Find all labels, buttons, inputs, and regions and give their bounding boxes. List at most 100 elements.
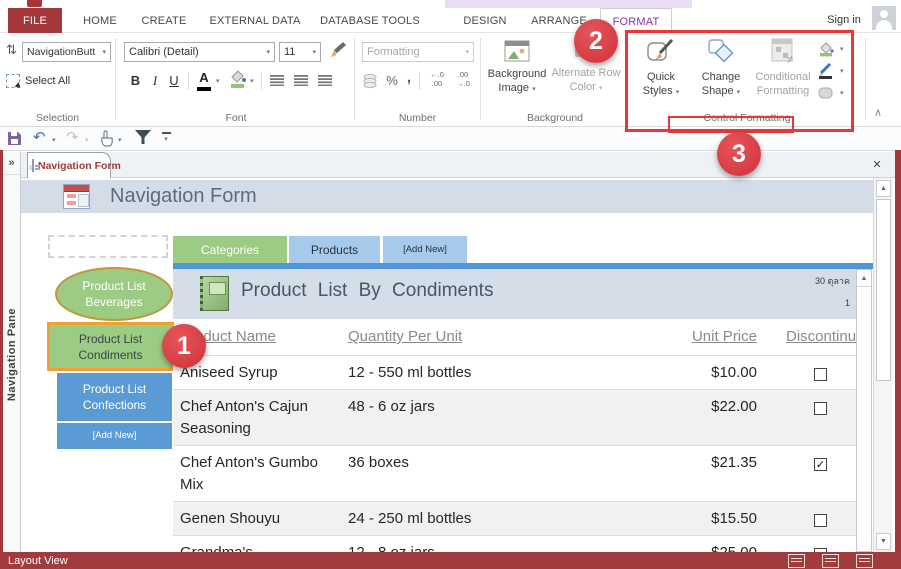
product-name-cell[interactable]: Genen Shouyu — [173, 502, 348, 535]
unit-price-cell[interactable]: $22.00 — [584, 390, 757, 445]
save-button[interactable] — [7, 131, 22, 146]
selection-object-value: NavigationButt — [27, 46, 96, 58]
nav-button-condiments-selected[interactable]: Product List Condiments — [47, 322, 174, 371]
comma-format-button[interactable]: , — [404, 68, 414, 86]
background-image-button[interactable]: Background Image ▾ — [487, 37, 547, 110]
chevron-down-icon: ▾ — [266, 48, 270, 56]
discontinued-checkbox[interactable] — [814, 368, 827, 381]
discontinued-checkbox[interactable] — [814, 402, 827, 415]
quantity-cell[interactable]: 48 - 6 oz jars — [348, 390, 584, 445]
align-left-icon[interactable] — [270, 75, 284, 86]
font-color-button[interactable]: A — [196, 69, 212, 91]
percent-label: % — [386, 72, 398, 88]
sign-in-link[interactable]: Sign in — [820, 10, 868, 30]
navigation-pane-collapsed[interactable]: » Navigation Pane — [3, 152, 21, 552]
increase-decimals-button[interactable]: ←.0 .00 — [426, 70, 448, 90]
increase-decimals-top: ←.0 — [430, 70, 444, 79]
tab-external-data-label: EXTERNAL DATA — [209, 14, 301, 27]
layout-view-button[interactable] — [856, 553, 873, 568]
percent-format-button[interactable]: % — [384, 71, 400, 89]
form-scroll-up-button[interactable]: ▲ — [876, 180, 891, 197]
decrease-decimals-button[interactable]: .00 →.0 — [452, 70, 474, 90]
unit-price-cell[interactable]: $25.00 — [584, 536, 757, 552]
align-center-icon[interactable] — [294, 75, 308, 86]
form-tab-add-new[interactable]: [Add New] — [383, 236, 467, 263]
header-quantity-per-unit[interactable]: Quantity Per Unit — [348, 328, 462, 345]
product-name-cell[interactable]: Grandma's Boysenberry Spread — [173, 536, 348, 552]
format-painter-icon[interactable] — [329, 41, 347, 61]
datasheet-view-button[interactable] — [788, 553, 805, 568]
empty-button-placeholder[interactable] — [48, 235, 168, 258]
annotation-2-number: 2 — [589, 26, 603, 55]
tab-arrange-label: ARRANGE — [531, 14, 587, 27]
tab-external-data[interactable]: EXTERNAL DATA — [202, 8, 308, 33]
currency-format-icon[interactable] — [362, 72, 379, 89]
filter-icon[interactable] — [134, 129, 152, 146]
nav-pane-vertical-label: Navigation Pane — [5, 308, 18, 402]
tab-database-tools[interactable]: DATABASE TOOLS — [318, 8, 422, 33]
form-tab-categories[interactable]: Categories — [173, 236, 287, 263]
contextual-tab-tint — [445, 0, 692, 8]
select-all-button[interactable]: Select All — [6, 72, 106, 90]
selection-object-combo[interactable]: NavigationButt ▾ — [22, 42, 111, 62]
form-scroll-down-button[interactable]: ▼ — [876, 533, 891, 550]
bold-button[interactable]: B — [127, 71, 144, 90]
chevron-down-icon: ▾ — [532, 86, 536, 93]
form-scrollbar[interactable]: ▲ ▼ — [873, 178, 893, 552]
header-unit-price[interactable]: Unit Price — [692, 328, 757, 345]
app-icon-fragment — [27, 0, 42, 7]
chevron-down-icon[interactable]: ▾ — [52, 137, 56, 144]
nav-button-add-new[interactable]: [Add New] — [57, 423, 172, 449]
fill-color-icon[interactable] — [228, 68, 247, 90]
discontinued-cell: ✓ — [757, 446, 856, 501]
undo-button[interactable]: ↶ — [33, 128, 46, 146]
group-label-selection: Selection — [35, 112, 80, 124]
font-size-combo[interactable]: 11 ▾ — [279, 42, 321, 62]
user-avatar-icon[interactable] — [872, 6, 896, 30]
number-format-combo[interactable]: Formatting ▾ — [362, 42, 474, 62]
form-title: Navigation Form — [110, 185, 257, 207]
nav-button-beverages-label: Product List Beverages — [82, 279, 146, 309]
align-right-icon[interactable] — [318, 75, 332, 86]
customize-qat-button[interactable]: ▾ — [160, 132, 172, 146]
tab-add-new-label: [Add New] — [403, 244, 447, 255]
nav-button-beverages[interactable]: Product List Beverages — [55, 267, 173, 321]
discontinued-checkbox[interactable]: ✓ — [814, 458, 827, 471]
font-family-combo[interactable]: Calibri (Detail) ▾ — [124, 42, 275, 62]
ribbon-collapse-icon[interactable]: ∧ — [874, 106, 882, 119]
subform-scrollbar[interactable]: ▲ — [856, 269, 872, 552]
form-tab-products[interactable]: Products — [289, 236, 380, 263]
tab-create[interactable]: CREATE — [136, 8, 192, 33]
subform-scroll-up-button[interactable]: ▲ — [857, 270, 871, 287]
unit-price-cell[interactable]: $15.50 — [584, 502, 757, 535]
chevron-down-icon[interactable]: ▾ — [118, 137, 122, 144]
product-name-cell[interactable]: Chef Anton's Gumbo Mix — [173, 446, 348, 501]
redo-button[interactable]: ↷ — [66, 128, 79, 146]
form-view-button[interactable] — [822, 553, 839, 568]
tab-design[interactable]: DESIGN — [452, 8, 518, 33]
quantity-cell[interactable]: 12 - 550 ml bottles — [348, 356, 584, 389]
italic-button[interactable]: I — [148, 71, 162, 90]
discontinued-checkbox[interactable] — [814, 514, 827, 527]
quantity-cell[interactable]: 36 boxes — [348, 446, 584, 501]
table-row: Chef Anton's Cajun Seasoning 48 - 6 oz ja… — [173, 389, 856, 445]
underline-button[interactable]: U — [166, 71, 182, 90]
quantity-cell[interactable]: 12 - 8 oz jars — [348, 536, 584, 552]
header-discontinued[interactable]: Discontinued — [786, 328, 856, 345]
unit-price-cell[interactable]: $10.00 — [584, 356, 757, 389]
unit-price-cell[interactable]: $21.35 — [584, 446, 757, 501]
nav-pane-expand-button[interactable]: » — [3, 152, 20, 175]
chevron-down-icon[interactable]: ▾ — [216, 78, 220, 85]
touch-mouse-mode-button[interactable] — [99, 130, 115, 147]
product-table-header: Product Name Quantity Per Unit Unit Pric… — [173, 319, 856, 355]
close-form-button[interactable]: ✕ — [869, 156, 885, 172]
nav-button-confections[interactable]: Product List Confections — [57, 373, 172, 421]
document-tab-navigation-form[interactable]: Navigation Form — [27, 152, 121, 178]
quantity-cell[interactable]: 24 - 250 ml bottles — [348, 502, 584, 535]
chevron-down-icon[interactable]: ▾ — [250, 78, 254, 85]
tab-file[interactable]: FILE — [8, 8, 62, 33]
product-name-cell[interactable]: Chef Anton's Cajun Seasoning — [173, 390, 348, 445]
form-scroll-thumb[interactable] — [876, 199, 891, 381]
tab-home[interactable]: HOME — [74, 8, 126, 33]
tab-file-label: FILE — [22, 14, 48, 27]
